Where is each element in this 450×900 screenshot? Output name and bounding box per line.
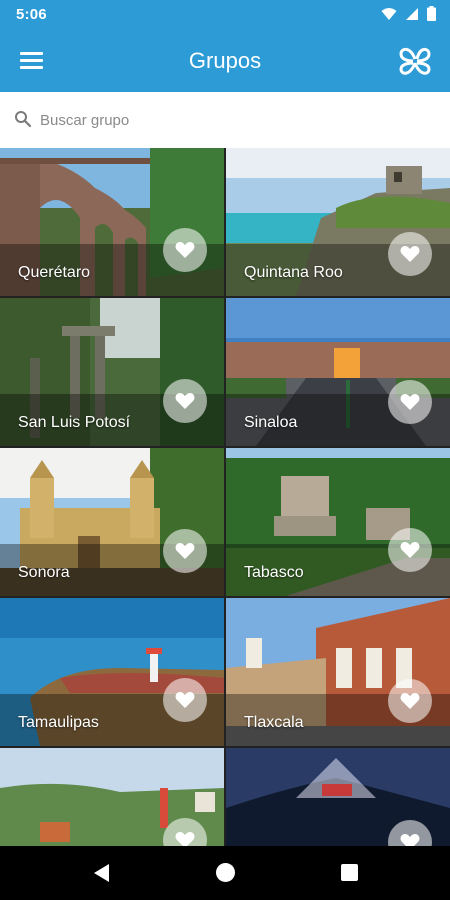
- status-time: 5:06: [16, 6, 47, 23]
- search-icon: [15, 111, 32, 128]
- groups-grid: Querétaro Quintana Roo San Luis Potosí S…: [0, 148, 450, 846]
- battery-icon: [427, 6, 436, 21]
- group-name: Tabasco: [244, 564, 304, 581]
- search-input[interactable]: [40, 106, 430, 134]
- heart-icon[interactable]: [163, 529, 207, 573]
- heart-icon[interactable]: [163, 678, 207, 722]
- group-name: Quintana Roo: [244, 264, 343, 281]
- status-icons: [381, 6, 436, 21]
- heart-icon[interactable]: [163, 379, 207, 423]
- group-tile-partial-left[interactable]: [0, 748, 224, 846]
- group-name: San Luis Potosí: [18, 414, 131, 431]
- group-tile-queretaro[interactable]: Querétaro: [0, 148, 224, 296]
- system-navigation-bar: [0, 846, 450, 900]
- group-tile-partial-right[interactable]: [226, 748, 450, 846]
- group-name: Sinaloa: [244, 414, 298, 431]
- back-icon[interactable]: [92, 863, 110, 883]
- group-tile-san-luis-potosi[interactable]: San Luis Potosí: [0, 298, 224, 446]
- search-bar: [0, 92, 450, 148]
- group-name: Querétaro: [18, 264, 91, 281]
- group-tile-tlaxcala[interactable]: Tlaxcala: [226, 598, 450, 746]
- heart-icon[interactable]: [388, 232, 432, 276]
- group-tile-quintana-roo[interactable]: Quintana Roo: [226, 148, 450, 296]
- group-name: Tlaxcala: [244, 714, 304, 731]
- home-icon[interactable]: [216, 863, 235, 882]
- heart-icon[interactable]: [388, 679, 432, 723]
- group-tile-tamaulipas[interactable]: Tamaulipas: [0, 598, 224, 746]
- group-tile-sonora[interactable]: Sonora: [0, 448, 224, 596]
- group-tile-sinaloa[interactable]: Sinaloa: [226, 298, 450, 446]
- status-bar: 5:06: [0, 0, 450, 30]
- group-name: Sonora: [18, 564, 70, 581]
- heart-icon[interactable]: [388, 528, 432, 572]
- app-bar: Grupos: [0, 30, 450, 92]
- clover-logo-icon[interactable]: [396, 42, 434, 80]
- group-name: Tamaulipas: [18, 714, 99, 731]
- heart-icon[interactable]: [388, 380, 432, 424]
- wifi-icon: [381, 7, 397, 20]
- signal-icon: [406, 7, 418, 20]
- heart-icon[interactable]: [163, 228, 207, 272]
- page-title: Grupos: [188, 48, 262, 73]
- recents-icon[interactable]: [341, 864, 358, 881]
- group-tile-tabasco[interactable]: Tabasco: [226, 448, 450, 596]
